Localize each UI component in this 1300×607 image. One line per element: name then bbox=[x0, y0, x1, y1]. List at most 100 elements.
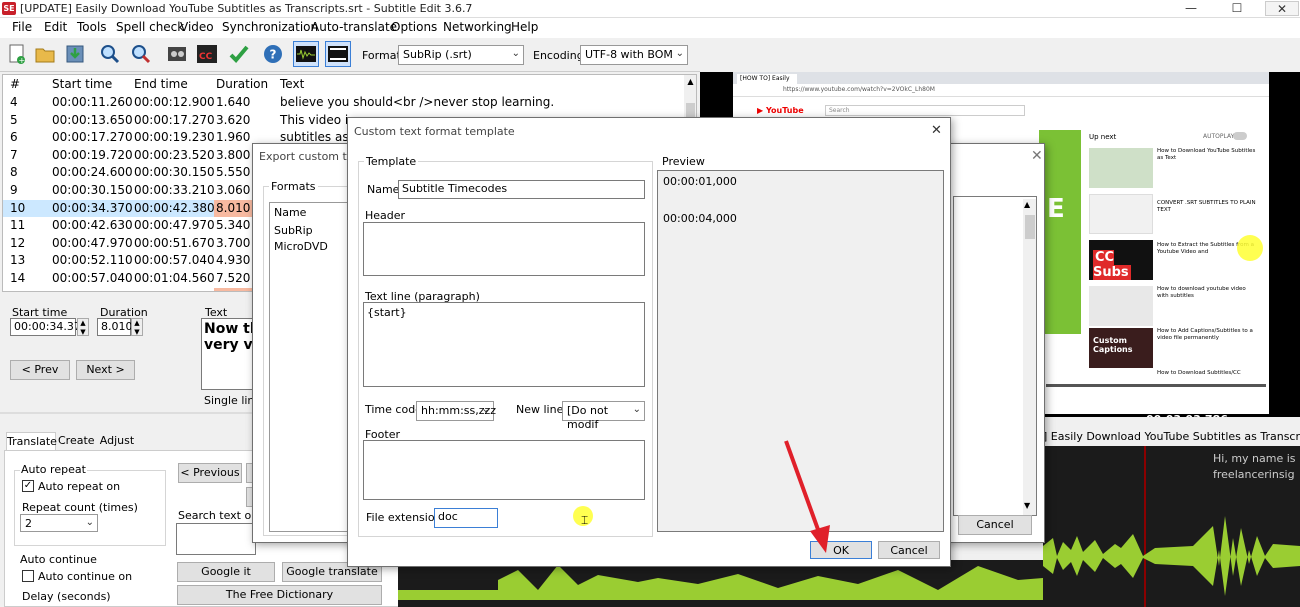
prev-button[interactable]: < Prev bbox=[10, 360, 70, 380]
red-arrow-annotation bbox=[784, 440, 830, 553]
cell-start-time: 00:01:04.760 bbox=[52, 288, 133, 291]
menu-synchronization[interactable]: Synchronization bbox=[222, 20, 318, 34]
scroll-up-icon[interactable]: ▲ bbox=[684, 77, 696, 86]
free-dictionary-button[interactable]: The Free Dictionary bbox=[177, 585, 382, 605]
column-header-number[interactable]: # bbox=[10, 77, 20, 91]
video-icon[interactable] bbox=[325, 41, 351, 67]
minimize-button[interactable]: — bbox=[1176, 1, 1206, 16]
text-line-textarea[interactable]: {start} bbox=[363, 302, 645, 387]
format-select[interactable]: SubRip (.srt) ⌄ bbox=[398, 45, 524, 65]
export-cancel-button[interactable]: Cancel bbox=[958, 515, 1032, 535]
menu-spell-check[interactable]: Spell check bbox=[116, 20, 184, 34]
search-online-input[interactable] bbox=[176, 523, 256, 555]
auto-repeat-on-label: Auto repeat on bbox=[38, 480, 121, 493]
side-thumb-4 bbox=[1089, 286, 1153, 326]
column-header-text[interactable]: Text bbox=[280, 77, 304, 91]
menu-options[interactable]: Options bbox=[391, 20, 437, 34]
auto-continue-on-label: Auto continue on bbox=[38, 570, 133, 583]
format-label: Format bbox=[362, 49, 401, 62]
cell-duration: 3.060 bbox=[216, 183, 251, 197]
column-header-end[interactable]: End time bbox=[134, 77, 188, 91]
cursor-highlight bbox=[1237, 235, 1263, 261]
up-next-label: Up next bbox=[1089, 133, 1117, 141]
auto-repeat-checkbox[interactable]: ✓ bbox=[22, 480, 34, 492]
waveform-caption-1: Hi, my name is bbox=[1213, 452, 1296, 465]
header-textarea[interactable] bbox=[363, 222, 645, 276]
google-it-button[interactable]: Google it bbox=[177, 562, 275, 582]
scroll-thumb[interactable] bbox=[1025, 215, 1035, 239]
find-icon[interactable] bbox=[97, 41, 123, 67]
encoding-select[interactable]: UTF-8 with BOM ⌄ bbox=[580, 45, 688, 65]
fix-cc-icon[interactable]: CC bbox=[194, 41, 220, 67]
menu-tools[interactable]: Tools bbox=[77, 20, 107, 34]
format-microdvd[interactable]: MicroDVD bbox=[274, 240, 328, 253]
custom-text-format-template-dialog: Custom text format template ✕ Template N… bbox=[347, 117, 951, 567]
spell-check-icon[interactable] bbox=[226, 41, 252, 67]
cell-duration: 4.930 bbox=[216, 253, 251, 268]
start-time-spinner[interactable]: ▲ ▼ bbox=[77, 318, 89, 336]
menu-help[interactable]: Help bbox=[511, 20, 538, 34]
visual-sync-icon[interactable] bbox=[164, 41, 190, 67]
audio-waveform[interactable]: Hi, my name is freelancerinsig bbox=[1043, 446, 1300, 607]
formats-list[interactable]: Name SubRip MicroDVD bbox=[269, 202, 349, 532]
cell-start-time: 00:00:34.370 bbox=[52, 200, 133, 215]
format-subrip[interactable]: SubRip bbox=[274, 224, 313, 237]
close-button[interactable]: ✕ bbox=[1265, 1, 1299, 16]
new-line-select[interactable]: [Do not modif ⌄ bbox=[562, 401, 645, 431]
cell-end-time: 00:00:12.900 bbox=[134, 95, 215, 109]
cell-duration: 3.700 bbox=[216, 235, 251, 250]
preview-line-2: 00:00:04,000 bbox=[663, 212, 737, 225]
close-icon[interactable]: ✕ bbox=[931, 123, 942, 138]
cell-start-time: 00:00:24.600 bbox=[52, 165, 133, 180]
cell-text: believe you should<br />never stop learn… bbox=[280, 95, 555, 109]
start-time-input[interactable]: 00:00:34.370 bbox=[10, 318, 88, 336]
column-header-start[interactable]: Start time bbox=[52, 77, 112, 91]
cell-end-time: 00:00:19.230 bbox=[134, 130, 215, 145]
duration-spinner[interactable]: ▲ ▼ bbox=[131, 318, 143, 336]
maximize-button[interactable]: ☐ bbox=[1222, 1, 1252, 16]
scroll-down-icon[interactable]: ▼ bbox=[1024, 501, 1030, 510]
menu-edit[interactable]: Edit bbox=[44, 20, 67, 34]
menu-networking[interactable]: Networking bbox=[443, 20, 512, 34]
column-header-duration[interactable]: Duration bbox=[216, 77, 268, 91]
replace-icon[interactable] bbox=[128, 41, 154, 67]
duration-input[interactable]: 8.010 bbox=[97, 318, 133, 336]
repeat-count-select[interactable]: 2 ⌄ bbox=[20, 514, 98, 532]
footer-textarea[interactable] bbox=[363, 440, 645, 500]
save-icon[interactable] bbox=[62, 41, 88, 67]
tab-adjust[interactable]: Adjust bbox=[98, 434, 136, 450]
cancel-button[interactable]: Cancel bbox=[878, 541, 940, 559]
video-filename: ] Easily Download YouTube Subtitles as T… bbox=[1043, 430, 1300, 443]
waveform-icon[interactable] bbox=[293, 41, 319, 67]
svg-text:?: ? bbox=[270, 48, 277, 62]
tab-create[interactable]: Create bbox=[58, 434, 95, 450]
menu-bar: File Edit Tools Spell check Video Synchr… bbox=[0, 18, 1300, 38]
repeat-count-value: 2 bbox=[25, 517, 32, 530]
cell-duration: 5.550 bbox=[216, 165, 251, 180]
new-icon[interactable]: + bbox=[4, 41, 30, 67]
scroll-up-icon[interactable]: ▲ bbox=[1024, 200, 1030, 209]
side-video-title-6: How to Download Subtitles/CC bbox=[1157, 370, 1241, 376]
previous-button[interactable]: < Previous bbox=[178, 463, 242, 483]
close-icon[interactable]: ✕ bbox=[1031, 148, 1043, 164]
format-value: SubRip (.srt) bbox=[403, 48, 472, 61]
chevron-down-icon: ⌄ bbox=[85, 517, 94, 528]
file-extension-input[interactable]: doc bbox=[434, 508, 498, 528]
tab-translate[interactable]: Translate bbox=[6, 432, 57, 450]
help-icon[interactable]: ? bbox=[260, 41, 286, 67]
open-icon[interactable] bbox=[32, 41, 58, 67]
menu-file[interactable]: File bbox=[12, 20, 32, 34]
menu-auto-translate[interactable]: Auto-translate bbox=[311, 20, 397, 34]
name-input[interactable]: Subtitle Timecodes bbox=[398, 180, 645, 199]
time-code-label: Time code bbox=[365, 403, 422, 416]
chevron-down-icon: ⌄ bbox=[675, 48, 684, 59]
menu-video[interactable]: Video bbox=[180, 20, 214, 34]
cell-end-time: 00:00:57.040 bbox=[134, 253, 215, 268]
header-label: Header bbox=[365, 209, 406, 222]
table-row[interactable]: 4 00:00:11.260 00:00:12.900 1.640 believe yo… bbox=[3, 94, 683, 111]
next-button[interactable]: Next > bbox=[76, 360, 135, 380]
time-code-select[interactable]: hh:mm:ss,zzz ⌄ bbox=[416, 401, 496, 421]
video-progress-bar[interactable] bbox=[1046, 384, 1266, 387]
cell-start-time: 00:00:30.150 bbox=[52, 183, 133, 197]
auto-continue-checkbox[interactable] bbox=[22, 570, 34, 582]
